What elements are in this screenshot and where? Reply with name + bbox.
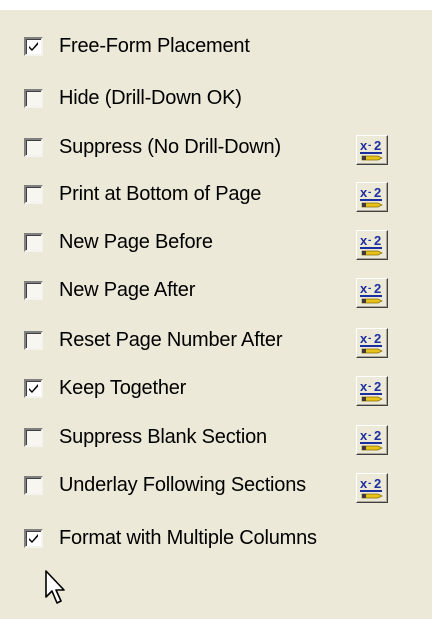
keep-together-checkbox[interactable] (24, 378, 43, 398)
checkmark-icon (29, 533, 38, 543)
new-page-before-checkbox[interactable] (24, 232, 43, 252)
formula-x2-pencil-icon: x - 2 (360, 379, 383, 402)
formula-x2-pencil-icon: x - 2 (360, 233, 383, 256)
formula-x2-pencil-icon: x - 2 (360, 138, 383, 161)
svg-text:-: - (368, 430, 371, 441)
formula-x2-pencil-icon: x - 2 (360, 185, 383, 208)
option-row-new-page-after: New Page After x - 2 (0, 270, 436, 310)
formula-x2-pencil-icon: x - 2 (360, 476, 383, 499)
option-row-suppress-no-drill-down: Suppress (No Drill-Down) x - 2 (0, 127, 436, 167)
svg-text:x: x (360, 233, 368, 248)
option-label: Reset Page Number After (59, 328, 283, 351)
svg-text:x: x (360, 379, 368, 394)
svg-text:2: 2 (374, 476, 381, 491)
svg-text:-: - (368, 478, 371, 489)
option-new-page-before[interactable]: New Page Before (24, 222, 213, 262)
svg-text:x: x (360, 428, 368, 443)
option-label: Suppress Blank Section (59, 425, 267, 448)
svg-text:x: x (360, 185, 368, 200)
svg-text:-: - (368, 381, 371, 392)
svg-text:2: 2 (374, 331, 381, 346)
svg-text:x: x (360, 476, 368, 491)
new-page-after-checkbox[interactable] (24, 280, 43, 300)
option-reset-page-number-after[interactable]: Reset Page Number After (24, 320, 282, 360)
option-hide-drill-down-ok[interactable]: Hide (Drill-Down OK) (24, 78, 242, 118)
reset-page-number-after-checkbox[interactable] (24, 330, 43, 350)
option-label: Keep Together (59, 376, 187, 399)
option-row-new-page-before: New Page Before x - 2 (0, 222, 436, 262)
option-row-hide-drill-down-ok: Hide (Drill-Down OK) (0, 78, 436, 118)
checkmark-icon (29, 41, 38, 51)
option-keep-together[interactable]: Keep Together (24, 368, 186, 408)
section-options-list: Free-Form Placement Hide (Drill-Down OK)… (0, 0, 436, 619)
svg-text:-: - (368, 140, 371, 151)
keep-together-formula-button[interactable]: x - 2 (356, 376, 388, 406)
svg-text:-: - (368, 283, 371, 294)
svg-text:2: 2 (374, 379, 381, 394)
option-label: Print at Bottom of Page (59, 182, 262, 205)
option-suppress-blank-section[interactable]: Suppress Blank Section (24, 417, 267, 457)
svg-text:x: x (360, 138, 368, 153)
formula-x2-pencil-icon: x - 2 (360, 281, 383, 304)
option-row-reset-page-number-after: Reset Page Number After x - 2 (0, 320, 436, 360)
hide-drill-down-ok-checkbox[interactable] (24, 88, 43, 108)
option-free-form-placement[interactable]: Free-Form Placement (24, 26, 250, 66)
suppress-blank-section-formula-button[interactable]: x - 2 (356, 425, 388, 455)
svg-text:x: x (360, 281, 368, 296)
suppress-no-drill-down-checkbox[interactable] (24, 137, 43, 157)
print-at-bottom-checkbox[interactable] (24, 184, 43, 204)
option-format-with-multiple-columns[interactable]: Format with Multiple Columns (24, 518, 317, 558)
option-row-underlay-following-sections: Underlay Following Sections x - 2 (0, 465, 436, 505)
formula-x2-pencil-icon: x - 2 (360, 428, 383, 451)
free-form-placement-checkbox[interactable] (24, 36, 43, 56)
suppress-blank-section-checkbox[interactable] (24, 427, 43, 447)
svg-text:2: 2 (374, 428, 381, 443)
option-row-free-form-placement: Free-Form Placement (0, 26, 436, 66)
svg-text:x: x (360, 331, 368, 346)
svg-text:2: 2 (374, 281, 381, 296)
svg-text:2: 2 (374, 233, 381, 248)
format-with-multiple-columns-checkbox[interactable] (24, 528, 43, 548)
option-label: Free-Form Placement (59, 34, 250, 57)
svg-text:-: - (368, 187, 371, 198)
svg-text:2: 2 (374, 138, 381, 153)
option-row-format-with-multiple-columns: Format with Multiple Columns (0, 518, 436, 558)
option-label: New Page After (59, 278, 196, 301)
option-row-print-at-bottom: Print at Bottom of Page x - 2 (0, 174, 436, 214)
svg-text:-: - (368, 235, 371, 246)
new-page-before-formula-button[interactable]: x - 2 (356, 230, 388, 260)
option-label: Format with Multiple Columns (59, 526, 317, 549)
option-label: Hide (Drill-Down OK) (59, 86, 242, 109)
option-suppress-no-drill-down[interactable]: Suppress (No Drill-Down) (24, 127, 281, 167)
option-new-page-after[interactable]: New Page After (24, 270, 195, 310)
option-label: Suppress (No Drill-Down) (59, 135, 281, 158)
option-label: Underlay Following Sections (59, 473, 306, 496)
underlay-following-sections-formula-button[interactable]: x - 2 (356, 473, 388, 503)
option-label: New Page Before (59, 230, 213, 253)
new-page-after-formula-button[interactable]: x - 2 (356, 278, 388, 308)
svg-text:-: - (368, 333, 371, 344)
option-row-suppress-blank-section: Suppress Blank Section x - 2 (0, 417, 436, 457)
option-row-keep-together: Keep Together x - 2 (0, 368, 436, 408)
suppress-formula-button[interactable]: x - 2 (356, 135, 388, 165)
reset-page-number-formula-button[interactable]: x - 2 (356, 328, 388, 358)
option-underlay-following-sections[interactable]: Underlay Following Sections (24, 465, 306, 505)
option-print-at-bottom-of-page[interactable]: Print at Bottom of Page (24, 174, 261, 214)
print-at-bottom-formula-button[interactable]: x - 2 (356, 182, 388, 212)
mouse-pointer-icon (45, 570, 65, 604)
formula-x2-pencil-icon: x - 2 (360, 331, 383, 354)
svg-text:2: 2 (374, 185, 381, 200)
underlay-following-sections-checkbox[interactable] (24, 475, 43, 495)
section-options-panel: Free-Form Placement Hide (Drill-Down OK)… (0, 0, 436, 619)
checkmark-icon (29, 383, 38, 393)
